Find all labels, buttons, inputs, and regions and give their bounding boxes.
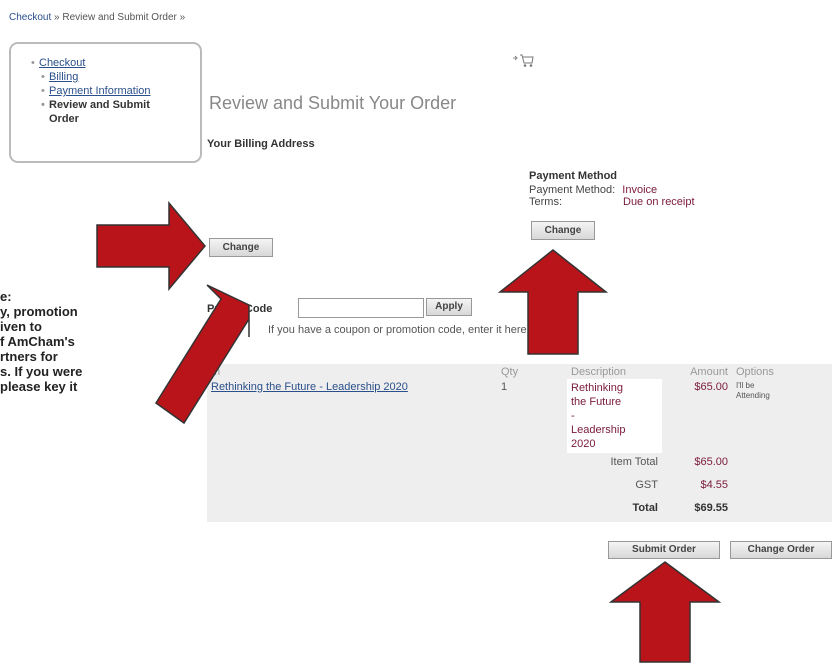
breadcrumb-separator: » [51, 12, 63, 23]
gst-label: GST [207, 476, 662, 499]
annotation-line: f AmCham's [0, 334, 75, 349]
annotation-line: y, promotion [0, 304, 78, 319]
header-options: Options [732, 364, 832, 379]
step-billing: Billing [41, 70, 167, 84]
step-checkout: Checkout [31, 56, 167, 70]
annotation-line: please key it [0, 379, 78, 394]
gst-value: $4.55 [662, 476, 732, 499]
payment-method-label: Payment Method: [529, 184, 616, 196]
description-cell: Rethinking the Future - Leadership 2020 [567, 379, 662, 453]
page-title: Review and Submit Your Order [209, 93, 457, 113]
qty-cell: 1 [497, 379, 567, 453]
promo-code-input[interactable] [298, 298, 424, 318]
payment-heading: Payment Method [529, 170, 618, 182]
payment-change-button[interactable]: Change [531, 221, 595, 240]
payment-method-value: Invoice [622, 184, 658, 196]
payment-terms-value: Due on receipt [623, 196, 695, 208]
total-row: Total $69.55 [207, 499, 832, 522]
payment-terms-label: Terms: [529, 196, 562, 208]
promo-hint: If you have a coupon or promotion code, … [268, 324, 527, 336]
header-description: Description [567, 364, 662, 379]
breadcrumb-current: Review and Submit Order [62, 12, 177, 23]
order-items-table: m Qty Description Amount Options Rethink… [207, 364, 832, 522]
cart-icon [513, 54, 534, 67]
description-line: - [571, 410, 575, 422]
annotation-line: iven to [0, 319, 42, 334]
arrow-payment-change [498, 249, 609, 355]
options-cell: I'll be Attending [732, 379, 832, 453]
option-line: I'll be [736, 381, 755, 390]
arrow-submit-order [609, 561, 721, 663]
description-line: Rethinking [571, 382, 623, 394]
header-qty: Qty [497, 364, 567, 379]
step-payment-link[interactable]: Payment Information [49, 85, 151, 97]
annotation-line: rtners for [0, 349, 58, 364]
step-review: Review and Submit Order [41, 98, 167, 126]
annotation-text: e: y, promotion iven to f AmCham's rtner… [0, 289, 176, 394]
billing-heading: Your Billing Address [207, 138, 315, 150]
step-payment: Payment Information [41, 84, 167, 98]
step-billing-link[interactable]: Billing [49, 71, 78, 83]
annotation-line: s. If you were [0, 364, 83, 379]
item-total-row: Item Total $65.00 [207, 453, 832, 476]
header-amount: Amount [662, 364, 732, 379]
description-line: 2020 [571, 438, 596, 450]
annotation-line: e: [0, 289, 12, 304]
breadcrumb-separator: » [176, 12, 186, 23]
payment-terms-row: Terms: Due on receipt [529, 196, 695, 208]
breadcrumb-checkout-link[interactable]: Checkout [9, 12, 51, 23]
change-order-button[interactable]: Change Order [730, 541, 832, 559]
description-line: the Future [571, 396, 622, 408]
item-total-label: Item Total [207, 453, 662, 476]
option-line: Attending [736, 391, 770, 400]
description-line: Leadership [571, 424, 626, 436]
checkout-steps-panel: Checkout Billing Payment Information Rev… [9, 42, 202, 163]
billing-change-button[interactable]: Change [209, 238, 273, 257]
amount-cell: $65.00 [662, 379, 732, 453]
arrow-billing-change [96, 201, 206, 291]
table-header-row: m Qty Description Amount Options [207, 364, 832, 379]
table-row: Rethinking the Future - Leadership 2020 … [207, 379, 832, 453]
item-total-value: $65.00 [662, 453, 732, 476]
breadcrumb: Checkout » Review and Submit Order » [9, 12, 185, 23]
submit-order-button[interactable]: Submit Order [608, 541, 720, 559]
total-value: $69.55 [662, 499, 732, 522]
arrow-promo-code [154, 284, 250, 425]
total-label: Total [207, 499, 662, 522]
payment-method-row: Payment Method: Invoice [529, 184, 657, 196]
gst-row: GST $4.55 [207, 476, 832, 499]
step-checkout-link[interactable]: Checkout [39, 57, 85, 69]
apply-promo-button[interactable]: Apply [426, 298, 472, 316]
